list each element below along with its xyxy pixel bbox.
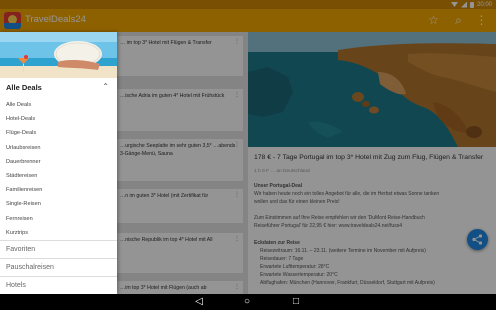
drawer-section-label: Alle Deals bbox=[6, 83, 42, 92]
drawer-item-favoriten[interactable]: Favoriten bbox=[0, 241, 117, 258]
back-icon[interactable]: ◁ bbox=[192, 296, 206, 308]
drawer-category-list: Alle Deals Hotel-Deals Flüge-Deals Urlau… bbox=[0, 98, 117, 240]
drawer-item-hotels[interactable]: Hotels bbox=[0, 277, 117, 294]
drawer-item-urlaubsreisen[interactable]: Urlaubsreisen bbox=[0, 141, 117, 155]
drawer-item-familienreisen[interactable]: Familienreisen bbox=[0, 183, 117, 197]
drawer-section-header[interactable]: Alle Deals ⌃ bbox=[0, 81, 117, 95]
drawer-header-image bbox=[0, 32, 117, 78]
chevron-up-icon: ⌃ bbox=[102, 82, 109, 91]
drawer-item-pauschalreisen[interactable]: Pauschalreisen bbox=[0, 259, 117, 276]
navigation-drawer: Alle Deals ⌃ Alle Deals Hotel-Deals Flüg… bbox=[0, 32, 117, 294]
drawer-item-fernreisen[interactable]: Fernreisen bbox=[0, 212, 117, 226]
system-nav-bar: ◁ ○ □ bbox=[0, 294, 496, 310]
drawer-item-dauerbrenner[interactable]: Dauerbrenner bbox=[0, 155, 117, 169]
drawer-item-hotel-deals[interactable]: Hotel-Deals bbox=[0, 112, 117, 126]
drawer-item-staedtereisen[interactable]: Städtereisen bbox=[0, 169, 117, 183]
drawer-item-fluege-deals[interactable]: Flüge-Deals bbox=[0, 126, 117, 140]
recents-icon[interactable]: □ bbox=[289, 296, 303, 308]
home-icon[interactable]: ○ bbox=[240, 296, 254, 308]
drawer-item-kurztrips[interactable]: Kurztrips bbox=[0, 226, 117, 240]
drawer-item-alle-deals[interactable]: Alle Deals bbox=[0, 98, 117, 112]
drawer-item-single-reisen[interactable]: Single-Reisen bbox=[0, 197, 117, 211]
